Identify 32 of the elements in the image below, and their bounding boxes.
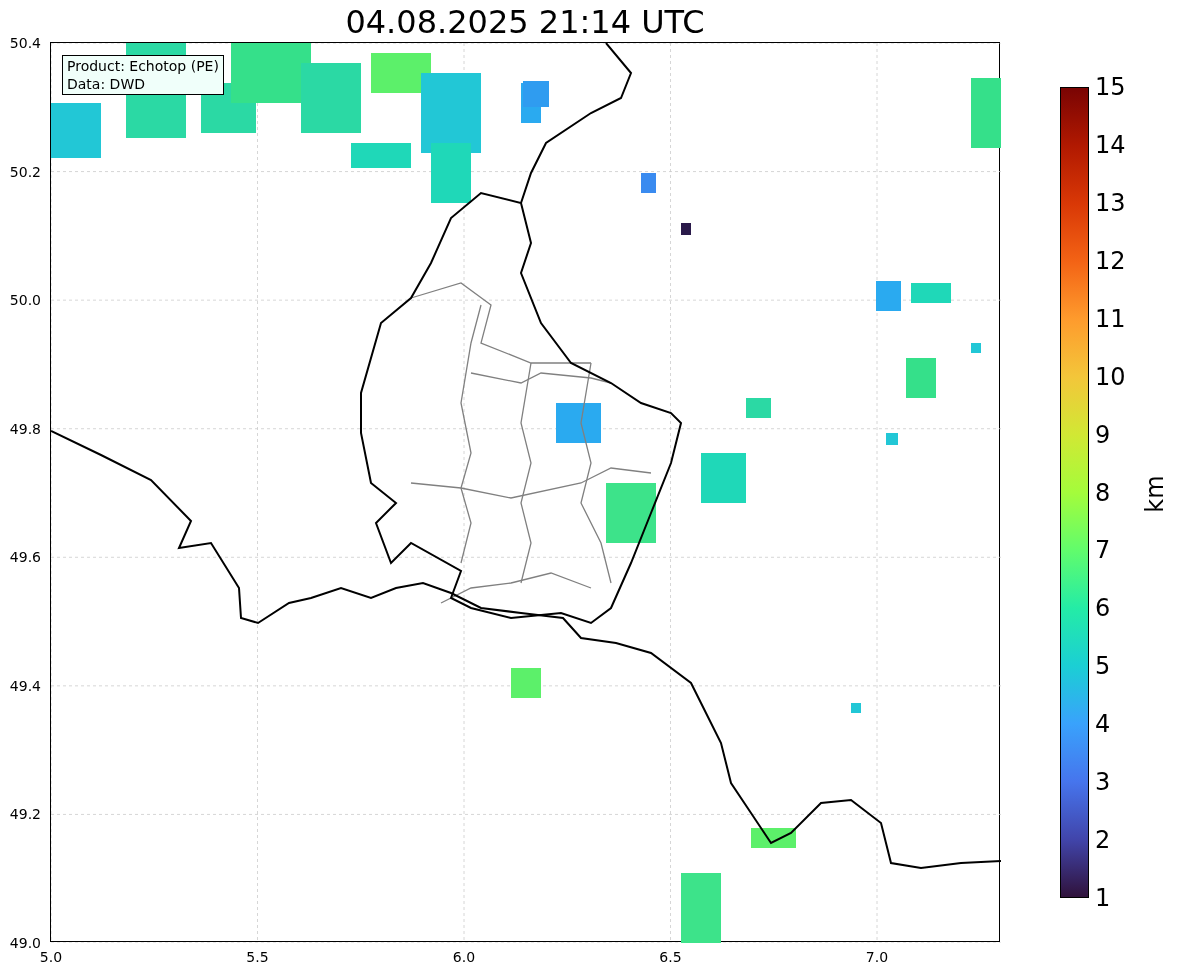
x-tick-label: 6.5 <box>659 949 682 965</box>
colorbar-tick-label: 5 <box>1095 652 1111 681</box>
y-tick-label: 49.0 <box>9 935 41 951</box>
y-tick-label: 49.6 <box>9 549 41 566</box>
colorbar-tick-label: 6 <box>1095 594 1111 623</box>
y-tick-label: 50.0 <box>9 292 41 309</box>
colorbar-label: km <box>1140 475 1170 513</box>
y-tick-label: 49.4 <box>9 677 41 694</box>
y-tick-label: 50.4 <box>9 35 41 51</box>
x-tick-label: 5.0 <box>39 949 63 965</box>
y-tick-label: 49.2 <box>9 806 41 823</box>
plot-title: 04.08.2025 21:14 UTC <box>345 2 705 43</box>
y-tick-label: 49.8 <box>9 420 41 437</box>
colorbar-tick-label: 12 <box>1095 246 1126 275</box>
colorbar-tick-label: 2 <box>1095 826 1111 855</box>
colorbar-tick-label: 11 <box>1095 304 1126 333</box>
colorbar-tick-label: 1 <box>1095 884 1111 912</box>
colorbar-tick-label: 15 <box>1095 73 1126 101</box>
x-tick-label: 7.0 <box>865 949 889 965</box>
y-tick-label: 50.2 <box>9 163 41 180</box>
colorbar-tick-label: 9 <box>1095 420 1111 449</box>
colorbar-tick-label: 7 <box>1095 536 1111 565</box>
info-text: Product: Echotop (PE) <box>67 57 219 75</box>
colorbar-tick-label: 8 <box>1095 478 1111 507</box>
info-text: Data: DWD <box>67 75 146 93</box>
colorbar-tick-label: 10 <box>1095 362 1126 391</box>
colorbar-tick-label: 4 <box>1095 710 1111 739</box>
x-tick-label: 6.0 <box>452 949 476 965</box>
x-tick-label: 5.5 <box>246 949 269 965</box>
colorbar-tick-label: 13 <box>1095 188 1126 217</box>
colorbar-tick-label: 3 <box>1095 768 1111 797</box>
colorbar-tick-label: 14 <box>1095 130 1126 159</box>
